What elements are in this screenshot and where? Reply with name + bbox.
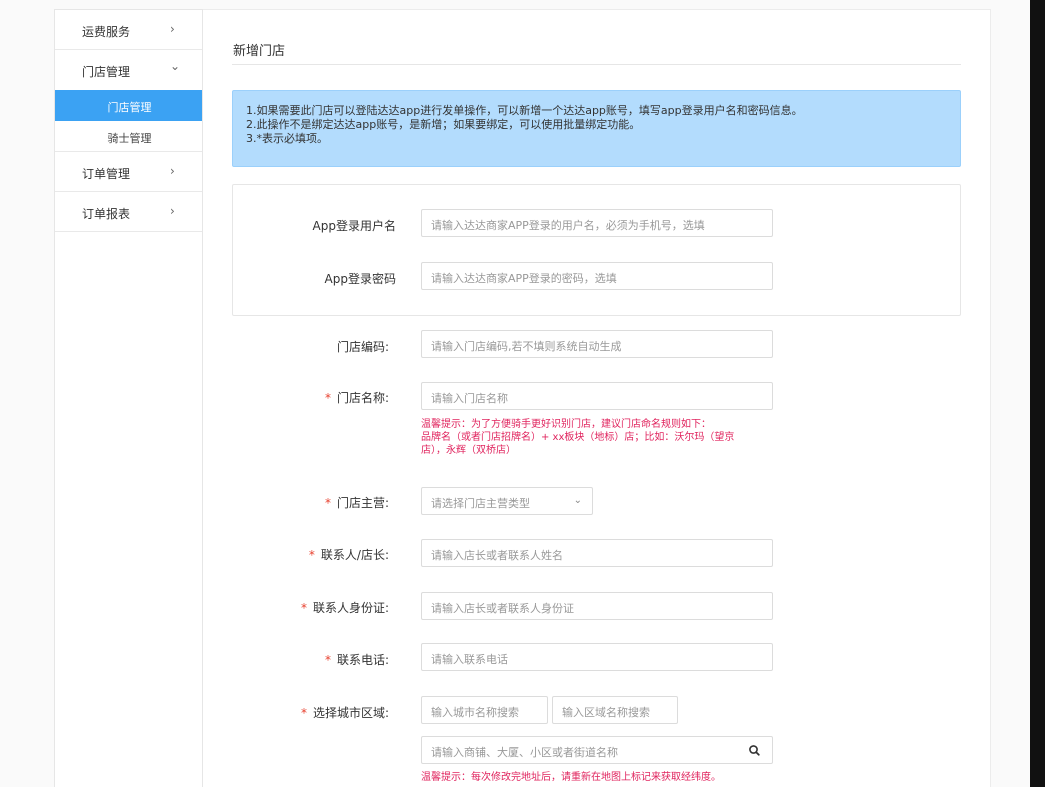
address-hint: 温馨提示：每次修改完地址后，请重新在地图上标记来获取经纬度。: [421, 772, 721, 783]
contact-id-input[interactable]: 请输入店长或者联系人身份证: [421, 592, 773, 620]
chevron-right-icon: ›: [170, 22, 175, 36]
contact-id-label-text: 联系人身份证:: [312, 601, 389, 615]
area-search-input[interactable]: 输入区域名称搜索: [552, 696, 678, 724]
hint-line: 温馨提示：为了方便骑手更好识别门店，建议门店命名规则如下：: [421, 419, 711, 430]
contact-name-label: * 联系人/店长:: [290, 546, 389, 563]
info-notice: 1.如果需要此门店可以登陆达达app进行发单操作，可以新增一个达达app账号，填…: [232, 90, 961, 167]
sidebar-item-order-reports[interactable]: 订单报表 ›: [55, 192, 202, 232]
sidebar-item-label: 运费服务: [82, 25, 131, 39]
scrollbar-track[interactable]: [1030, 0, 1045, 787]
contact-name-label-text: 联系人/店长:: [320, 548, 389, 562]
contact-phone-input[interactable]: 请输入联系电话: [421, 643, 773, 671]
sidebar-item-freight[interactable]: 运费服务 ›: [55, 10, 202, 50]
app-username-input[interactable]: 请输入达达商家APP登录的用户名，必须为手机号，选填: [421, 209, 773, 237]
sidebar: 运费服务 › 门店管理 ⌄ 门店管理 骑士管理 订单管理 › 订单报表 ›: [54, 9, 203, 787]
store-name-input[interactable]: 请输入门店名称: [421, 382, 773, 410]
notice-line: 3.*表示必填项。: [246, 132, 328, 145]
city-area-label-text: 选择城市区域:: [312, 706, 389, 720]
app-account-section: [232, 184, 961, 316]
store-category-select[interactable]: 请选择门店主营类型 ⌄: [421, 487, 593, 515]
contact-id-label: * 联系人身份证:: [280, 599, 389, 616]
sidebar-subitem-stores[interactable]: 门店管理: [55, 90, 202, 121]
store-name-label-text: 门店名称:: [336, 391, 389, 405]
store-name-label: * 门店名称:: [300, 389, 389, 406]
chevron-right-icon: ›: [170, 164, 175, 178]
notice-line: 1.如果需要此门店可以登陆达达app进行发单操作，可以新增一个达达app账号，填…: [246, 104, 803, 117]
search-icon: [749, 745, 760, 756]
required-star: *: [300, 601, 307, 615]
contact-phone-label: * 联系电话:: [300, 651, 389, 668]
title-divider: [232, 64, 961, 65]
hint-line: 店），永辉（双桥店）: [421, 445, 516, 456]
sidebar-item-label: 订单管理: [82, 167, 131, 181]
sidebar-subitem-riders[interactable]: 骑士管理: [55, 121, 202, 152]
required-star: *: [300, 706, 307, 720]
sidebar-item-orders[interactable]: 订单管理 ›: [55, 152, 202, 192]
address-search-button[interactable]: [736, 736, 773, 764]
notice-line: 2.此操作不是绑定达达app账号，是新增；如果要绑定，可以使用批量绑定功能。: [246, 118, 641, 131]
sidebar-subitem-label: 骑士管理: [107, 132, 152, 145]
sidebar-item-label: 门店管理: [82, 65, 131, 79]
required-star: *: [308, 548, 315, 562]
address-input[interactable]: 请输入商铺、大厦、小区或者街道名称: [421, 736, 737, 764]
page-title: 新增门店: [233, 44, 286, 59]
city-search-input[interactable]: 输入城市名称搜索: [421, 696, 548, 724]
chevron-right-icon: ›: [170, 204, 175, 218]
app-password-input[interactable]: 请输入达达商家APP登录的密码，选填: [421, 262, 773, 290]
store-code-input[interactable]: 请输入门店编码,若不填则系统自动生成: [421, 330, 773, 358]
app-password-label: App登录密码: [324, 272, 396, 286]
chevron-down-icon: ⌄: [170, 59, 181, 73]
required-star: *: [324, 391, 331, 405]
contact-name-input[interactable]: 请输入店长或者联系人姓名: [421, 539, 773, 567]
page-background: 运费服务 › 门店管理 ⌄ 门店管理 骑士管理 订单管理 › 订单报表 › 新增…: [0, 0, 1045, 787]
contact-phone-label-text: 联系电话:: [336, 653, 389, 667]
hint-line: 品牌名（或者门店招牌名）+ xx板块（地标）店；比如：沃尔玛（望京: [421, 432, 735, 443]
chevron-down-icon: ⌄: [573, 495, 582, 506]
store-name-hint: 温馨提示：为了方便骑手更好识别门店，建议门店命名规则如下： 品牌名（或者门店招牌…: [421, 418, 771, 457]
required-star: *: [324, 653, 331, 667]
store-category-label: * 门店主营:: [300, 494, 389, 511]
sidebar-item-label: 订单报表: [82, 207, 131, 221]
city-area-label: * 选择城市区域:: [280, 704, 389, 721]
required-star: *: [324, 496, 331, 510]
store-category-placeholder: 请选择门店主营类型: [431, 497, 530, 510]
sidebar-item-store-management[interactable]: 门店管理 ⌄: [55, 50, 202, 90]
sidebar-subitem-label: 门店管理: [107, 101, 152, 114]
store-code-label: 门店编码:: [336, 340, 389, 354]
app-username-label: App登录用户名: [312, 219, 396, 233]
store-category-label-text: 门店主营:: [336, 496, 389, 510]
